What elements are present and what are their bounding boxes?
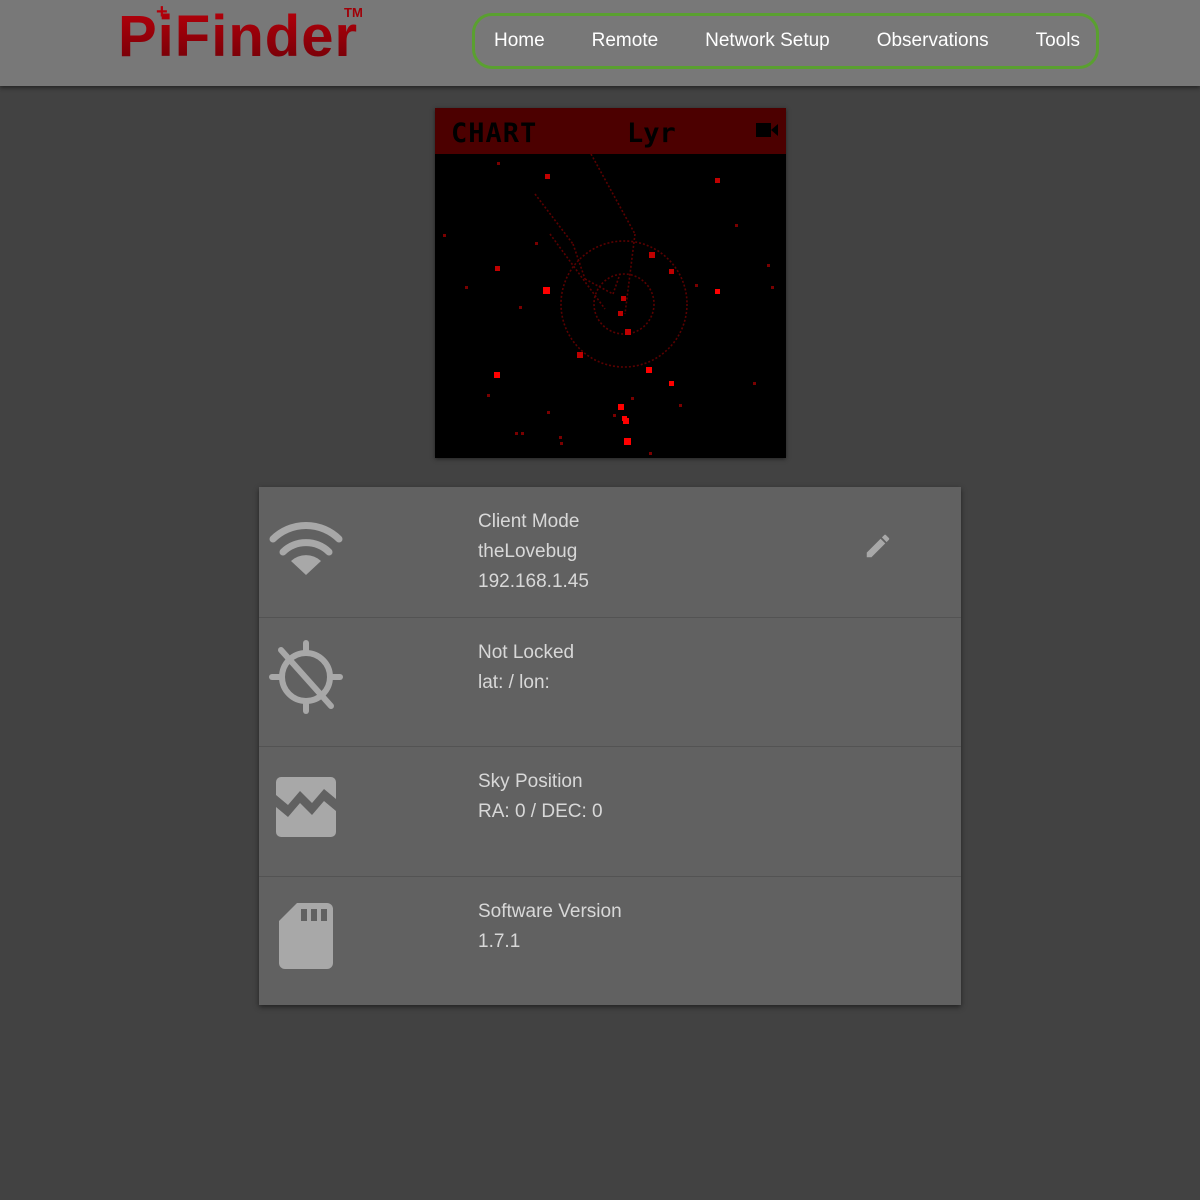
- device-screen-preview: CHART Lyr: [435, 108, 786, 458]
- gps-coords: lat: / lon:: [478, 672, 550, 693]
- sky-title: Sky Position: [478, 771, 583, 792]
- status-card: Client Mode theLovebug 192.168.1.45 Not …: [259, 487, 961, 1005]
- top-navbar: PiFinder + TM Home Remote Network Setup …: [0, 0, 1200, 86]
- brand-cross-mark: +: [156, 1, 168, 23]
- screen-constellation-label: Lyr: [627, 118, 676, 149]
- main-nav: Home Remote Network Setup Observations T…: [472, 13, 1099, 69]
- network-status-row: Client Mode theLovebug 192.168.1.45: [259, 487, 961, 618]
- pencil-icon[interactable]: [863, 531, 893, 561]
- screen-title-bar: CHART Lyr: [435, 108, 786, 154]
- gps-status-row: Not Locked lat: / lon:: [259, 618, 961, 747]
- network-ssid: theLovebug: [478, 541, 578, 562]
- gps-info: Not Locked lat: / lon:: [478, 638, 574, 698]
- network-ip: 192.168.1.45: [478, 571, 589, 592]
- software-version-row: Software Version 1.7.1: [259, 877, 961, 1005]
- gps-off-icon: [269, 640, 343, 714]
- star-chart: [443, 154, 774, 455]
- gps-state: Not Locked: [478, 642, 575, 663]
- sky-coords: RA: 0 / DEC: 0: [478, 801, 603, 822]
- brand-name: PiFinder: [118, 4, 359, 69]
- wifi-icon: [269, 522, 343, 575]
- brand-trademark: TM: [344, 5, 363, 20]
- sd-card-icon: [279, 903, 333, 969]
- nav-tools[interactable]: Tools: [1036, 30, 1080, 52]
- nav-observations[interactable]: Observations: [877, 30, 989, 52]
- software-info: Software Version 1.7.1: [478, 897, 622, 957]
- software-version: 1.7.1: [478, 931, 521, 952]
- network-mode: Client Mode: [478, 511, 580, 532]
- software-title: Software Version: [478, 901, 622, 922]
- sky-info: Sky Position RA: 0 / DEC: 0: [478, 767, 603, 827]
- nav-home[interactable]: Home: [494, 30, 545, 52]
- camera-icon: [756, 123, 778, 137]
- brand-logo[interactable]: PiFinder + TM: [118, 1, 363, 74]
- nav-remote[interactable]: Remote: [592, 30, 659, 52]
- nav-network-setup[interactable]: Network Setup: [705, 30, 830, 52]
- image-icon: [276, 777, 336, 837]
- screen-mode-label: CHART: [451, 118, 538, 149]
- network-info: Client Mode theLovebug 192.168.1.45: [478, 507, 589, 597]
- sky-position-row: Sky Position RA: 0 / DEC: 0: [259, 747, 961, 877]
